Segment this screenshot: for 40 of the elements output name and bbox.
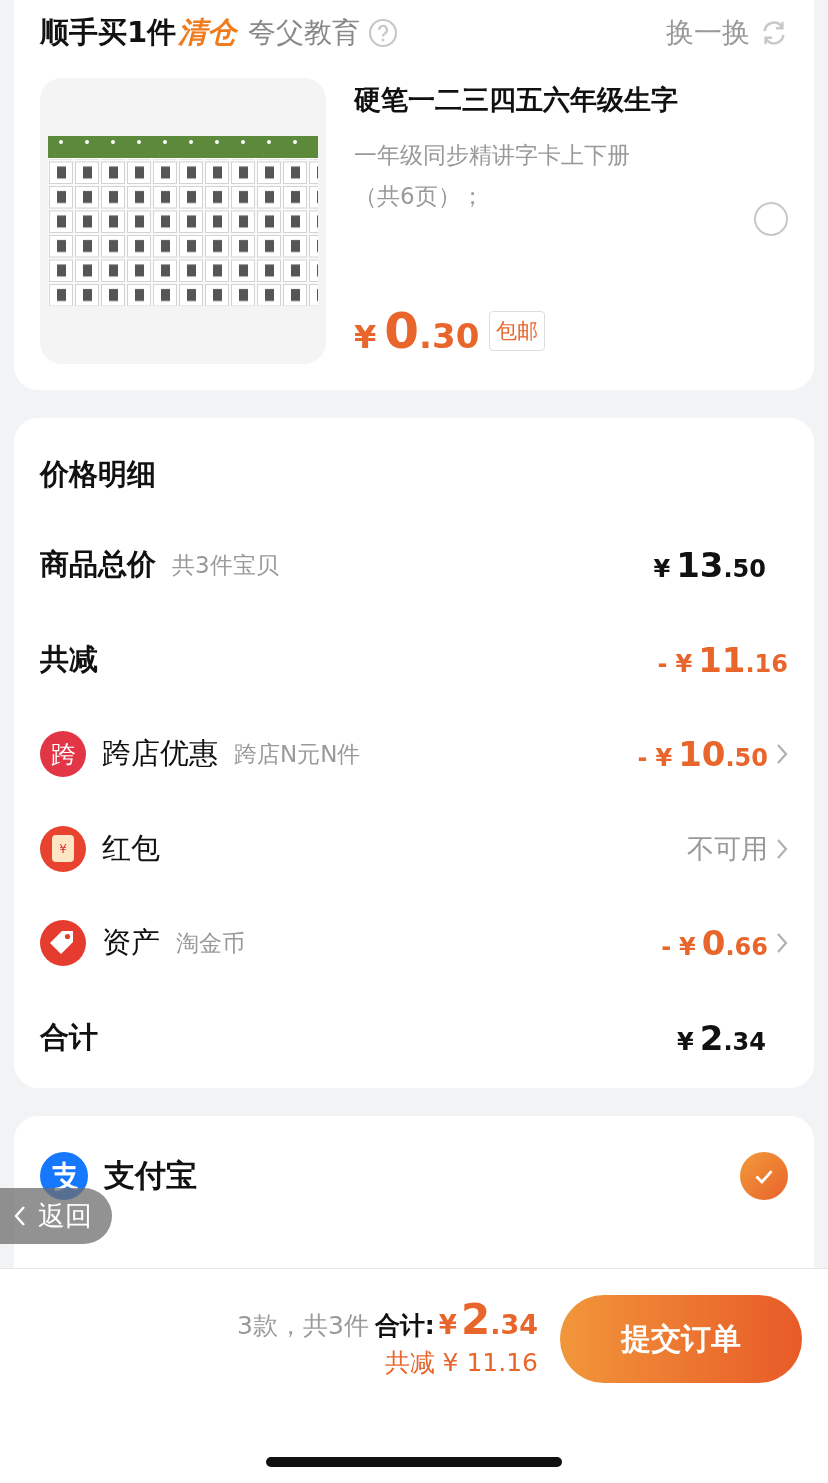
product-description: 一年级同步精讲字卡上下册 <box>354 141 631 170</box>
tag-icon <box>40 920 86 967</box>
shop-name: 夸父教育 <box>248 15 361 51</box>
row-label: 共减 <box>40 640 98 678</box>
row-label: 跨店优惠 <box>102 735 218 773</box>
row-amount: - ¥ 0.66 <box>661 923 768 964</box>
row-value: 不可用 <box>687 831 768 866</box>
row-label: 资产 <box>102 924 160 962</box>
swap-link[interactable]: 换一换 <box>666 14 750 52</box>
envelope-icon: ¥ <box>40 825 86 872</box>
total-label: 合计: <box>374 1310 435 1342</box>
product-price: ¥ 0.30 <box>354 302 480 360</box>
saved-amount: 共减 ¥ 11.16 <box>384 1347 538 1379</box>
item-count: 3款，共3件 <box>237 1310 369 1342</box>
help-icon[interactable] <box>368 18 399 48</box>
cross-store-icon: 跨 <box>40 731 86 778</box>
row-note: 跨店N元N件 <box>234 739 361 769</box>
row-label: 商品总价 <box>40 546 156 584</box>
total-price: ¥2.34 <box>438 1295 538 1344</box>
row-amount: - ¥ 10.50 <box>637 734 768 775</box>
free-shipping-badge: 包邮 <box>489 311 546 351</box>
clearance-tag: 清仓 <box>178 13 237 53</box>
chevron-left-icon <box>14 1205 26 1227</box>
chevron-right-icon[interactable] <box>776 743 788 766</box>
row-note: 共3件宝贝 <box>172 550 279 580</box>
product-name: 硬笔一二三四五六年级生字 <box>354 83 679 117</box>
submit-order-button[interactable]: 提交订单 <box>560 1295 802 1383</box>
row-amount: ¥ 13.50 <box>653 545 766 586</box>
row-note: 淘金币 <box>176 928 245 958</box>
payment-check[interactable] <box>740 1152 788 1200</box>
addon-title: 顺手买1件 <box>40 14 177 51</box>
row-amount: - ¥ 11.16 <box>657 639 788 680</box>
section-title: 价格明细 <box>40 456 157 493</box>
row-label: 合计 <box>40 1018 98 1056</box>
product-page-count: （共6页）； <box>354 182 485 211</box>
row-amount: ¥ 2.34 <box>677 1017 766 1058</box>
chevron-right-icon[interactable] <box>776 932 788 955</box>
row-label: 红包 <box>102 829 160 867</box>
select-radio[interactable] <box>754 202 788 236</box>
chevron-right-icon[interactable] <box>776 837 788 860</box>
